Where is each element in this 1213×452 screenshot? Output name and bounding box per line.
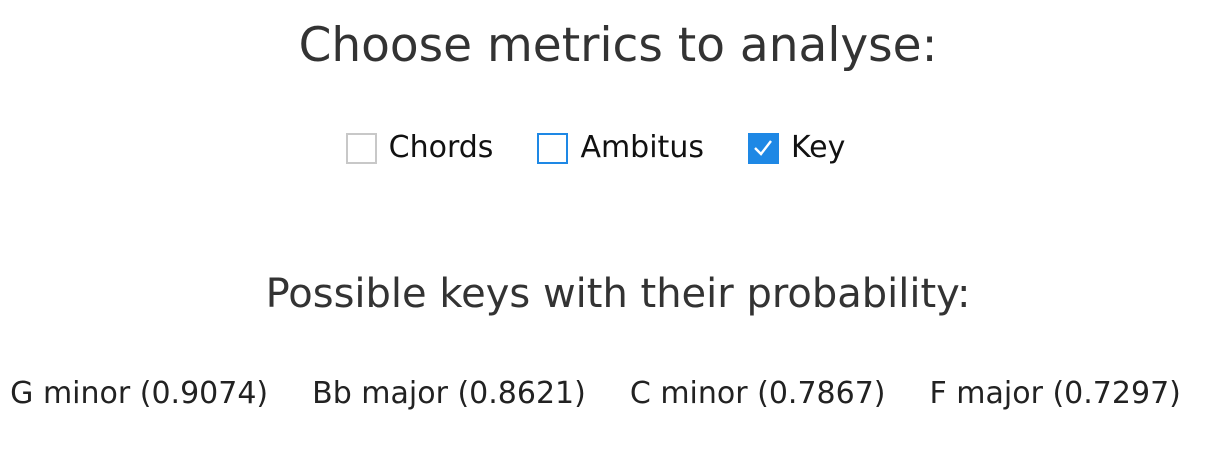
key-result-item: Bb major (0.8621) [312,376,586,411]
metric-option-ambitus[interactable]: Ambitus [537,128,704,168]
keys-section-title: Possible keys with their probability: [265,271,971,317]
key-result-item: F major (0.7297) [929,376,1181,411]
key-result-item: G minor (0.9074) [10,376,269,411]
chords-checkbox[interactable] [345,132,377,164]
metric-option-key[interactable]: Key [747,128,846,168]
key-label: Key [790,130,846,165]
page-title: Choose metrics to analyse: [298,18,938,73]
possible-keys-list: G minor (0.9074) Bb major (0.8621) C min… [0,374,1191,414]
chords-label: Chords [388,130,494,165]
key-checkbox[interactable] [747,132,779,164]
checkmark-icon [754,140,773,156]
ambitus-label: Ambitus [580,130,704,165]
metrics-selector: Chords Ambitus Key [0,128,1191,168]
metric-option-chords[interactable]: Chords [345,128,494,168]
key-result-item: C minor (0.7867) [629,376,886,411]
ambitus-checkbox[interactable] [537,132,569,164]
